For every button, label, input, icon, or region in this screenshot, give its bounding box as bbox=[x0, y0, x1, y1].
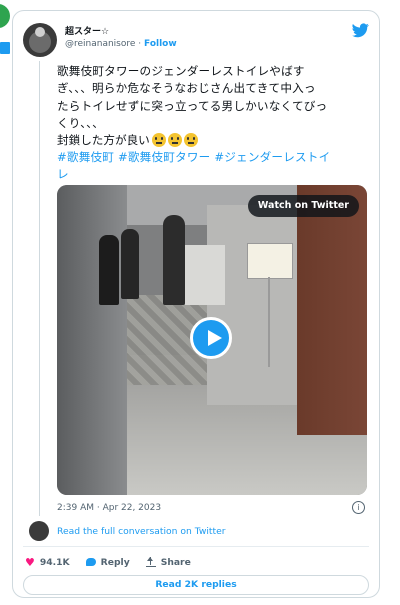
watch-on-twitter-button[interactable]: Watch on Twitter bbox=[247, 195, 359, 217]
video-frame-person bbox=[163, 215, 185, 305]
follow-link[interactable]: Follow bbox=[144, 39, 177, 49]
author-avatar[interactable] bbox=[23, 23, 57, 57]
share-icon bbox=[145, 557, 156, 567]
tweet-text-last-line: 封鎖した方が良い bbox=[57, 131, 198, 148]
tweet-card: 超スター☆ @reinananisore · Follow 歌舞伎町タワーのジェ… bbox=[12, 10, 380, 598]
action-bar: ♥ 94.1K Reply Share bbox=[25, 554, 207, 570]
hashtag-links[interactable]: #歌舞伎町 #歌舞伎町タワー #ジェンダーレストイ レ bbox=[57, 149, 371, 184]
viewer-avatar bbox=[29, 521, 49, 541]
video-frame-person bbox=[99, 235, 119, 305]
info-icon[interactable]: i bbox=[352, 501, 365, 514]
grimace-emoji-icon bbox=[167, 132, 182, 147]
author-handle[interactable]: @reinananisore bbox=[65, 39, 135, 49]
video-frame-counter bbox=[185, 245, 225, 305]
read-replies-button[interactable]: Read 2K replies bbox=[23, 575, 369, 595]
author-handle-row: @reinananisore · Follow bbox=[65, 39, 177, 49]
partial-avatar-edge bbox=[0, 4, 10, 28]
video-frame-panel bbox=[207, 205, 297, 405]
video-frame-sign-stand bbox=[268, 277, 270, 367]
like-count: 94.1K bbox=[39, 556, 70, 568]
video-frame-person bbox=[121, 229, 139, 299]
thread-line bbox=[39, 61, 40, 516]
video-frame-wood-wall bbox=[297, 185, 367, 435]
video-frame-left-wall bbox=[57, 185, 127, 495]
tweet-text-last: 封鎖した方が良い bbox=[57, 132, 150, 147]
reply-button[interactable]: Reply bbox=[85, 556, 130, 568]
video-frame-sign bbox=[247, 243, 293, 279]
divider bbox=[23, 546, 369, 547]
like-button[interactable]: ♥ 94.1K bbox=[25, 556, 70, 569]
share-label: Share bbox=[160, 556, 191, 568]
reply-icon bbox=[85, 558, 96, 566]
video-player[interactable]: Watch on Twitter bbox=[57, 185, 367, 495]
tweet-timestamp[interactable]: 2:39 AM · Apr 22, 2023 bbox=[57, 503, 161, 513]
reply-label: Reply bbox=[100, 556, 130, 568]
share-button[interactable]: Share bbox=[145, 556, 191, 568]
twitter-bird-icon[interactable] bbox=[352, 23, 369, 38]
read-conversation-link[interactable]: Read the full conversation on Twitter bbox=[57, 526, 226, 537]
partial-badge-edge bbox=[0, 42, 10, 54]
grimace-emoji-icon bbox=[183, 132, 198, 147]
play-icon[interactable] bbox=[190, 317, 232, 359]
tweet-text: 歌舞伎町タワーのジェンダーレストイレやばす ぎ、、、明らか危なそうなおじさん出て… bbox=[57, 64, 328, 130]
grimace-emoji-icon bbox=[151, 132, 166, 147]
heart-icon: ♥ bbox=[25, 555, 35, 569]
author-name[interactable]: 超スター☆ bbox=[65, 24, 109, 37]
